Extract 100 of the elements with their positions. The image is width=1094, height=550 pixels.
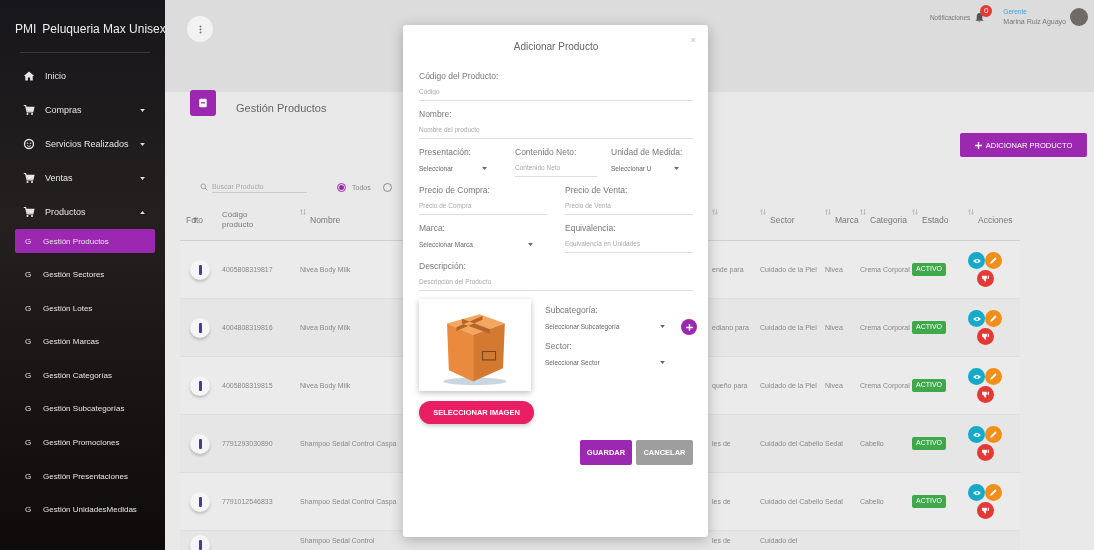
nav-subitem[interactable]: G Gestión Sectores [15, 262, 155, 287]
column-header[interactable]: Código producto [222, 200, 300, 240]
product-thumbnail [190, 491, 210, 512]
avatar[interactable] [1070, 8, 1088, 26]
pencil-icon [990, 373, 997, 380]
edit-button[interactable] [985, 252, 1002, 269]
edit-button[interactable] [985, 368, 1002, 385]
nav-item[interactable]: Ventas [15, 161, 155, 195]
nav-subitem[interactable]: G Gestión Categorías [15, 363, 155, 388]
nav-item[interactable]: Compras [15, 93, 155, 127]
column-header[interactable]: Acciones [978, 215, 1013, 225]
edit-button[interactable] [985, 484, 1002, 501]
page-title: Gestión Productos [236, 102, 327, 114]
more-icon [198, 24, 202, 34]
field-label: Unidad de Medida: [611, 147, 684, 157]
app-logo: PMI [15, 22, 37, 36]
search-icon [200, 183, 208, 191]
nav-subitem[interactable]: G Gestión Subcategorías [15, 396, 155, 421]
sort-icon [760, 209, 766, 215]
caret-icon [660, 361, 665, 364]
field-label: Precio de Compra: [419, 185, 491, 195]
sort-icon [860, 209, 866, 215]
deactivate-button[interactable] [977, 502, 994, 519]
plus-icon [974, 141, 982, 149]
pencil-icon [990, 315, 997, 322]
field-label: Equivalencia: [565, 223, 617, 233]
bell-icon[interactable] [974, 11, 986, 23]
view-button[interactable] [968, 368, 985, 385]
thumbs-down-icon [982, 333, 989, 340]
nav-subitem[interactable]: G Gestión Lotes [15, 296, 155, 321]
column-header[interactable]: Categoria [870, 215, 907, 225]
thumbs-down-icon [982, 391, 989, 398]
thumbs-down-icon [982, 507, 989, 514]
deactivate-button[interactable] [977, 444, 994, 461]
sort-icon [825, 209, 831, 215]
nav-item[interactable]: Servicios Realizados [15, 127, 155, 161]
nav-subitem[interactable]: G Gestión Marcas [15, 329, 155, 354]
cart-icon [23, 172, 35, 184]
face-icon [23, 138, 35, 150]
cart-icon [23, 104, 35, 116]
caret-icon [660, 325, 665, 328]
pencil-icon [990, 489, 997, 496]
nav-item[interactable]: Productos [15, 195, 155, 229]
plus-icon [685, 323, 693, 331]
field-label: Precio de Venta: [565, 185, 629, 195]
sort-icon [968, 209, 974, 215]
view-button[interactable] [968, 310, 985, 327]
deactivate-button[interactable] [977, 270, 994, 287]
field-label: Presentación: [419, 147, 472, 157]
field-label: Sector: [545, 341, 573, 351]
cart-icon [23, 206, 35, 218]
product-thumbnail [190, 259, 210, 280]
eye-icon [972, 373, 981, 380]
view-button[interactable] [968, 426, 985, 443]
caret-icon [482, 167, 487, 170]
nav-subitem[interactable]: G Gestión Productos [15, 229, 155, 253]
eye-icon [972, 489, 981, 496]
field-label: Subcategoría: [545, 305, 599, 315]
column-header[interactable]: Sector [770, 215, 795, 225]
nav-subitem[interactable]: G Gestión Presentaciones [15, 464, 155, 489]
eye-icon [972, 431, 981, 438]
sort-icon [300, 209, 306, 215]
field-label: Nombre: [419, 109, 453, 119]
thumbs-down-icon [982, 449, 989, 456]
field-label: Marca: [419, 223, 446, 233]
product-thumbnail [190, 535, 210, 550]
field-label: Código del Producto: [419, 71, 500, 81]
menu-button[interactable] [187, 16, 213, 42]
edit-button[interactable] [985, 426, 1002, 443]
deactivate-button[interactable] [977, 328, 994, 345]
column-header[interactable]: Nombre [310, 215, 341, 225]
eye-icon [972, 257, 981, 264]
app-title: Peluqueria Max Unisex [42, 22, 166, 36]
column-header[interactable]: Estado [922, 215, 949, 225]
notification-count: 0 [980, 4, 993, 17]
product-thumbnail [190, 433, 210, 454]
view-button[interactable] [968, 252, 985, 269]
nav-item[interactable]: Inicio [15, 59, 155, 93]
home-icon [23, 70, 35, 82]
sort-icon [912, 209, 918, 215]
deactivate-button[interactable] [977, 386, 994, 403]
column-header[interactable]: Marca [835, 215, 859, 225]
sort-icon [712, 209, 718, 215]
add-button[interactable] [681, 319, 697, 335]
pencil-icon [990, 431, 997, 438]
product-thumbnail [190, 317, 210, 338]
pencil-icon [990, 257, 997, 264]
nav-subitem[interactable]: G Gestión Promociones [15, 430, 155, 455]
field-label: Descripción: [419, 261, 467, 271]
eye-icon [972, 315, 981, 322]
product-thumbnail [190, 375, 210, 396]
view-button[interactable] [968, 484, 985, 501]
caret-icon [674, 167, 679, 170]
dialog-title: Adicionar Producto [512, 40, 600, 54]
nav-subitem[interactable]: G Gestión UnidadesMedidas [15, 497, 155, 522]
edit-button[interactable] [985, 310, 1002, 327]
document-icon [198, 98, 208, 108]
caret-icon [528, 243, 533, 246]
field-label: Contenido Neto: [515, 147, 578, 157]
thumbs-down-icon [982, 275, 989, 282]
